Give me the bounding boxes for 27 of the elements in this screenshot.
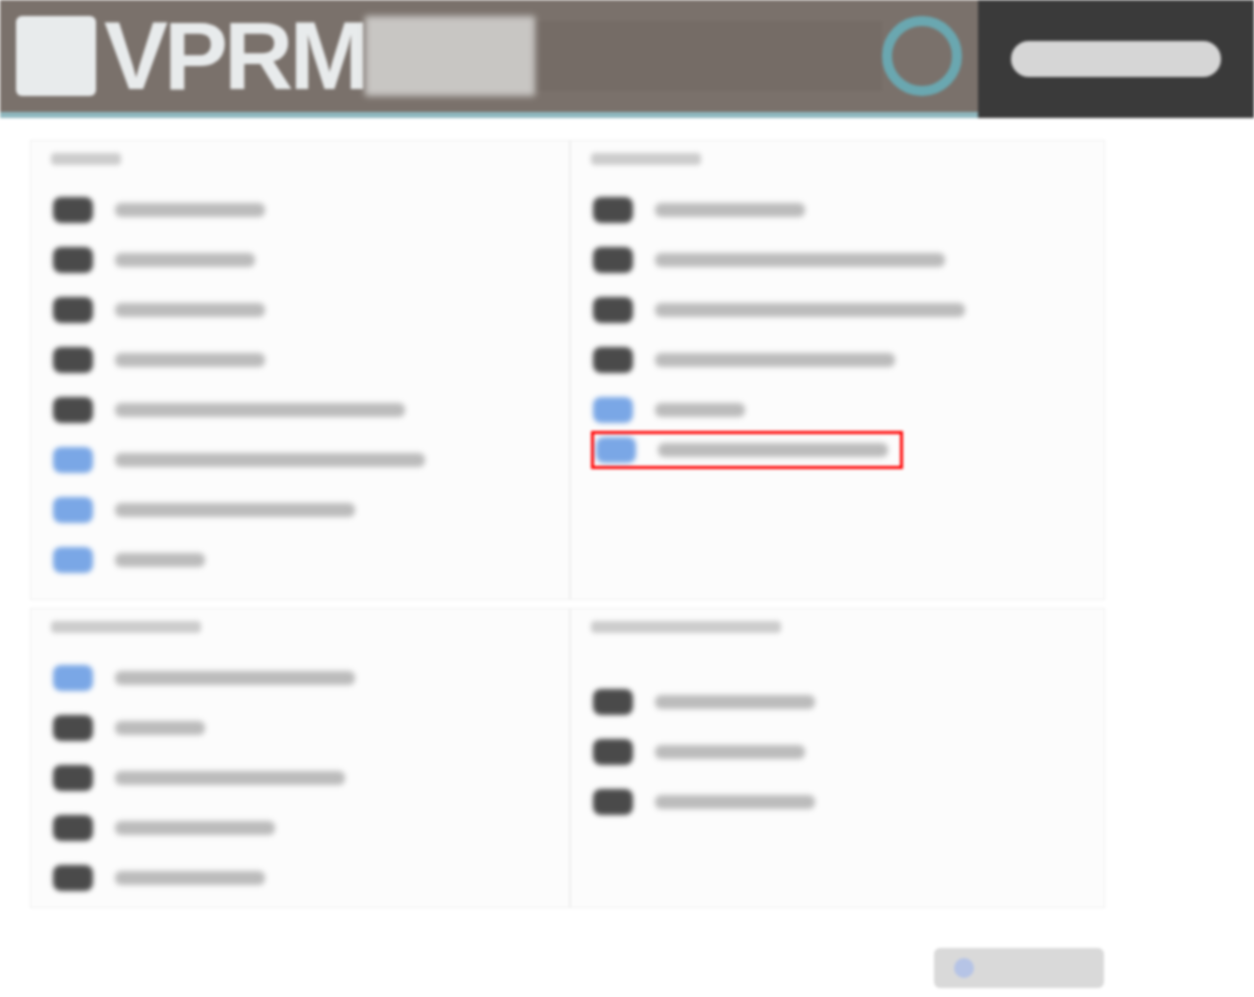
toggle-icon[interactable] <box>53 347 93 373</box>
toggle-icon[interactable] <box>53 547 93 573</box>
toggle-icon[interactable] <box>593 297 633 323</box>
toggle-icon[interactable] <box>593 689 633 715</box>
logo-text: VPRM <box>104 8 366 104</box>
toggle-icon[interactable] <box>53 765 93 791</box>
toggle-icon[interactable] <box>53 497 93 523</box>
toggle-icon[interactable] <box>53 815 93 841</box>
blurred-text <box>51 153 121 165</box>
toggle-icon[interactable] <box>53 715 93 741</box>
toggle-icon[interactable] <box>53 397 93 423</box>
toggle-icon[interactable] <box>53 247 93 273</box>
toggle-icon[interactable] <box>53 197 93 223</box>
toggle-icon[interactable] <box>593 247 633 273</box>
toggle-icon[interactable] <box>593 397 633 423</box>
toggle-icon[interactable] <box>53 665 93 691</box>
toggle-icon[interactable] <box>593 739 633 765</box>
ring-icon <box>882 16 962 96</box>
toggle-icon[interactable] <box>593 789 633 815</box>
toggle-icon[interactable] <box>53 865 93 891</box>
toggle-icon[interactable] <box>593 347 633 373</box>
toggle-icon[interactable] <box>596 437 636 463</box>
toggle-icon[interactable] <box>53 447 93 473</box>
toggle-icon[interactable] <box>53 297 93 323</box>
search-field[interactable] <box>1011 41 1221 77</box>
logo-icon <box>16 16 96 96</box>
toggle-icon[interactable] <box>593 197 633 223</box>
